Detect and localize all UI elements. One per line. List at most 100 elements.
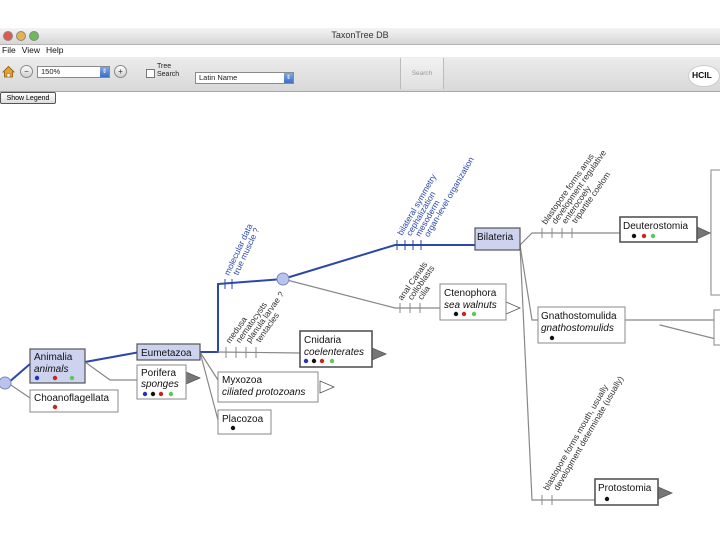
taxon-tree-canvas: molecular data true muscle ? medusa nema… [0,148,720,506]
window-title: TaxonTree DB [331,30,389,40]
trait-ticks-grey [225,228,573,505]
traits-deuterostomia: blastopore forms anus development regula… [539,148,612,226]
menu-help[interactable]: Help [46,45,63,55]
node-latin-name: Ctenophora [444,288,497,299]
tree-search-label: Tree Search [157,63,180,78]
window-titlebar: TaxonTree DB [0,28,720,45]
edge-animalia-to-eumetazoa [84,351,141,363]
home-icon[interactable] [2,65,15,78]
node-latin-name: Cnidaria [304,335,342,346]
name-type-value: Latin Name [199,73,238,82]
node-latin-name: Choanoflagellata [34,393,109,404]
edge-eumetazoa-to-cnidaria [217,351,301,354]
node-choanoflagellata[interactable]: Choanoflagellata [29,389,119,413]
dot-blue [142,391,148,397]
dot-black [311,358,317,364]
node-latin-name: Placozoa [222,414,264,425]
hcil-logo: HCIL [688,65,720,87]
dot-black [150,391,156,397]
search-field[interactable]: Search [400,58,444,89]
node-common-name: coelenterates [304,347,364,358]
zoom-in-icon: + [118,67,123,76]
dot-red [319,358,325,364]
node-cnidaria[interactable]: Cnidaria coelenterates [299,330,373,368]
dot-green [168,391,174,397]
search-button[interactable]: Search [401,70,443,77]
edge-root-to-choanoflagellata [7,382,31,399]
node-common-name: ciliated protozoans [222,387,305,398]
node-offscreen-top[interactable] [710,169,720,296]
dot-black [631,233,637,239]
node-latin-name: Porifera [141,368,176,379]
node-latin-name: Deuterostomia [623,221,688,232]
zoom-select[interactable]: 150% ⇕ [37,66,110,78]
expand-triangle-icon[interactable] [371,347,388,361]
tree-search-checkbox[interactable] [146,69,155,78]
traits-protostomia: blastopore forms mouth, usually developm… [541,374,625,492]
dot-blue [34,375,40,381]
traits-cnidaria: medusa nematocysts planula larvae ? tent… [223,289,286,345]
node-common-name: gnathostomulids [541,323,614,334]
dot-black [453,311,459,317]
node-eumetazoa[interactable]: Eumetazoa [136,343,201,361]
node-common-name: sponges [141,379,179,390]
dot-black [604,496,610,502]
dot-black [549,335,555,341]
edge-root-to-animalia [7,363,31,384]
zoom-out-icon: − [24,67,29,76]
chevron-updown-icon: ⇕ [100,67,109,77]
collapsed-subtree-icons [185,226,711,500]
dot-red [641,233,647,239]
node-latin-name: Myxozoa [222,375,262,386]
zoom-value: 150% [41,67,61,76]
traits-ctenophora: anal Canals colloblasts cilia [395,260,436,303]
edge-eumetazoa-to-placozoa [199,351,219,421]
zoom-out-button[interactable]: − [20,65,33,78]
dot-black [230,425,236,431]
node-myxozoa[interactable]: Myxozoa ciliated protozoans [217,371,319,403]
node-animalia[interactable]: Animalia animals [29,348,86,384]
expand-triangle-icon[interactable] [319,380,336,394]
menu-file[interactable]: File [2,45,16,55]
dot-red [52,404,58,410]
edge-eumetazoa-to-myxozoa [199,351,219,381]
dot-red [52,375,58,381]
node-common-name: animals [34,364,68,375]
dot-green [471,311,477,317]
menu-bar: File View Help [0,45,720,57]
dot-green [650,233,656,239]
expand-triangle-icon[interactable] [505,301,522,315]
root-node-icon[interactable] [0,376,12,390]
dot-blue [303,358,309,364]
name-type-select[interactable]: Latin Name ⇕ [195,72,294,84]
branch-node-icon[interactable] [276,272,290,286]
node-porifera[interactable]: Porifera sponges [136,364,187,400]
edge-mid-to-bilateria [282,244,476,280]
trait-label: development determinate (usually) [551,374,625,492]
dot-red [461,311,467,317]
node-ctenophora[interactable]: Ctenophora sea walnuts [439,283,507,321]
node-placozoa[interactable]: Placozoa [217,409,272,435]
trait-label: blastopore forms mouth, usually [541,382,610,492]
node-protostomia[interactable]: Protostomia [594,478,659,506]
node-common-name: sea walnuts [444,300,497,311]
node-bilateria[interactable]: Bilateria [474,227,521,251]
traits-bilateria: bilateral symmetry cephalization mesoder… [395,155,476,239]
toolbar: − 150% ⇕ + Tree Search Latin Name ⇕ Sear… [0,57,720,92]
chevron-updown-icon: ⇕ [284,73,293,83]
menu-view[interactable]: View [22,45,40,55]
zoom-in-button[interactable]: + [114,65,127,78]
expand-triangle-icon[interactable] [696,226,711,240]
dot-red [158,391,164,397]
node-latin-name: Gnathostomulida [541,311,617,322]
node-gnathostomulida[interactable]: Gnathostomulida gnathostomulids [537,306,626,344]
node-deuterostomia[interactable]: Deuterostomia [619,216,698,243]
traits-eumetazoa: molecular data true muscle ? [222,222,262,277]
node-latin-name: Eumetazoa [141,348,192,359]
edge-bilateria-to-deuterostomia [519,232,621,246]
edge-gnathostomulida-right-2 [659,324,720,341]
expand-triangle-icon[interactable] [185,371,202,385]
node-offscreen-mid[interactable] [713,309,720,346]
node-latin-name: Protostomia [598,483,652,494]
expand-triangle-icon[interactable] [657,486,674,500]
